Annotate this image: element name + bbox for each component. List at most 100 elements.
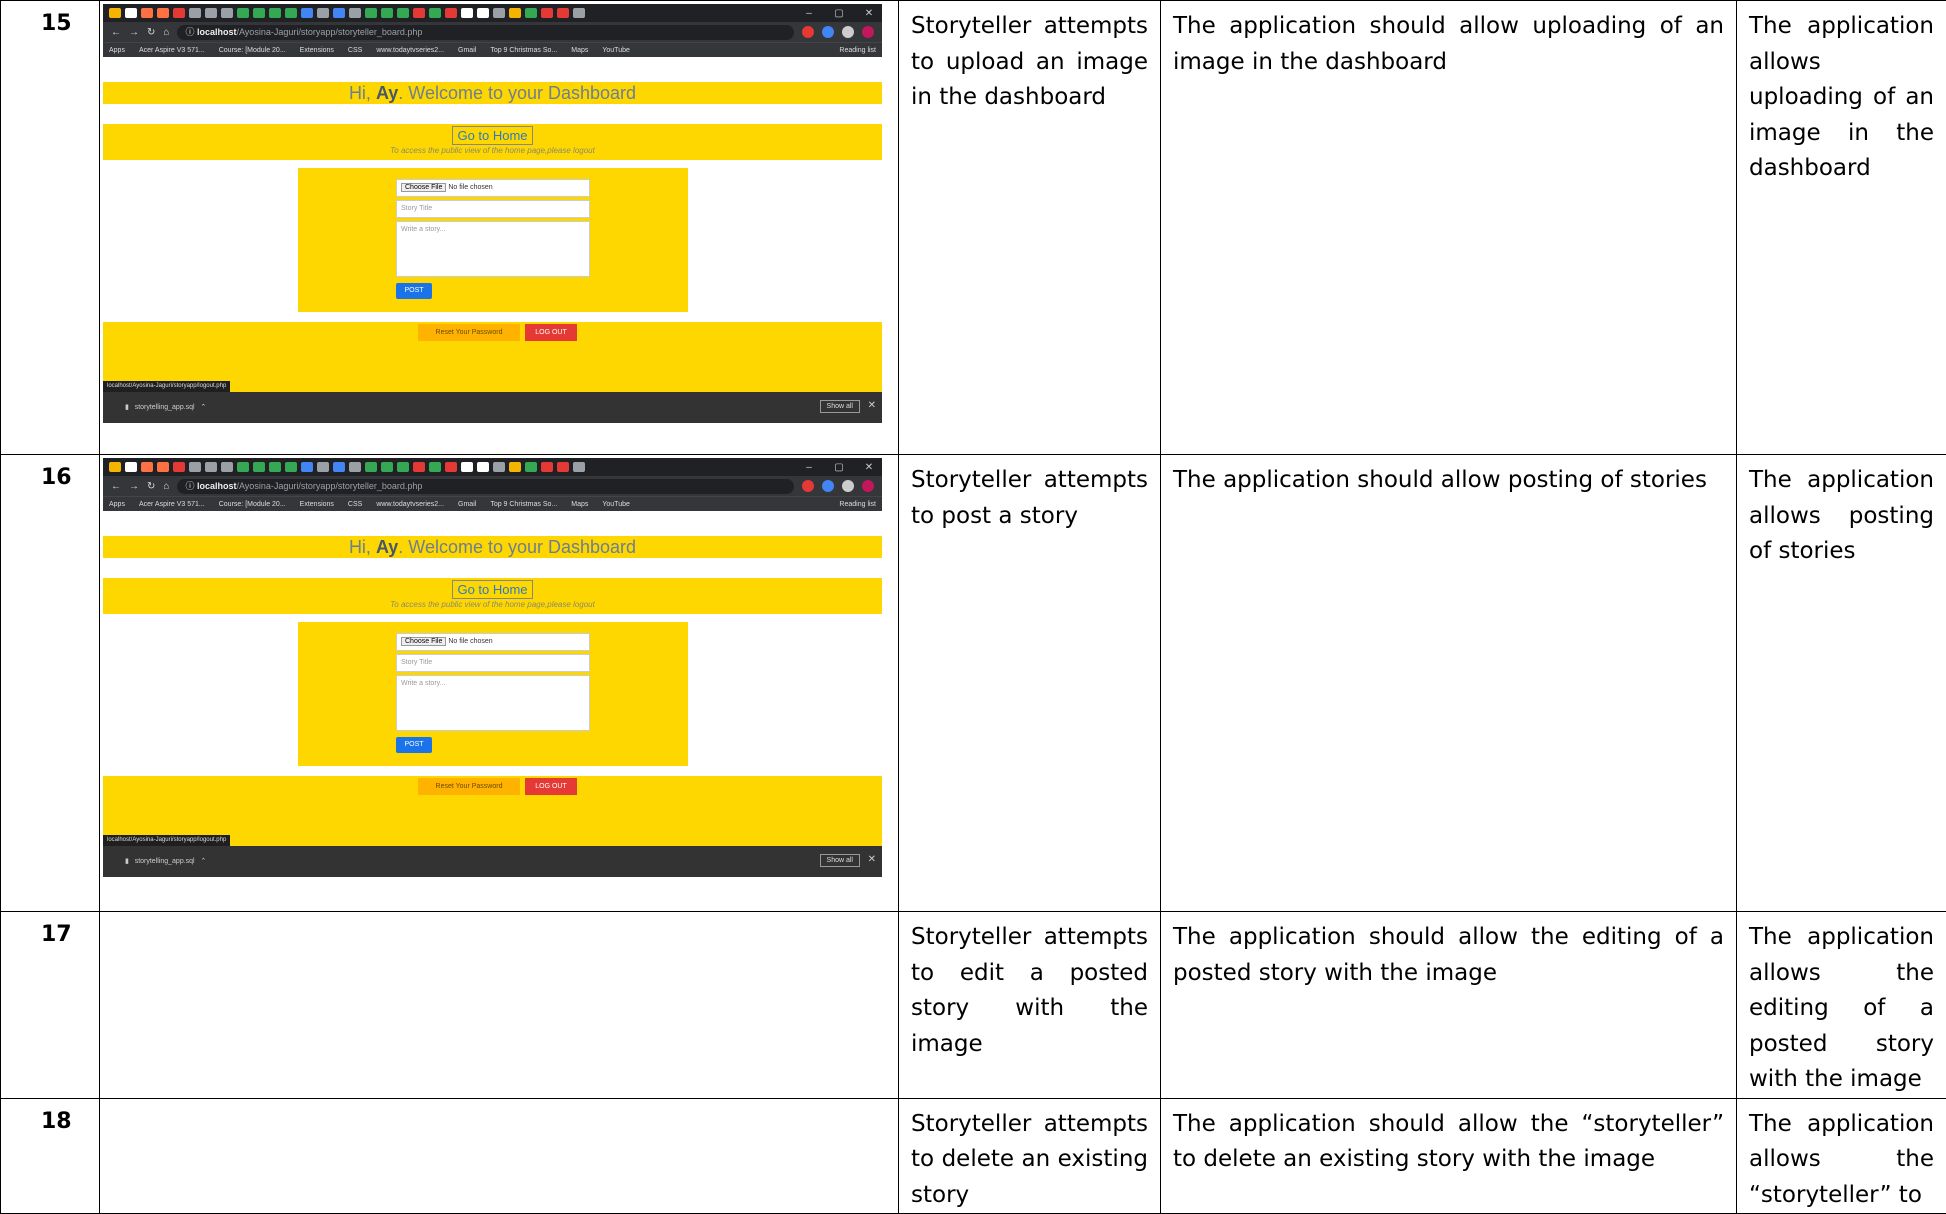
case-number: 17 <box>1 912 100 1099</box>
bookmark-item[interactable]: Acer Aspire V3 571... <box>139 47 205 54</box>
story-form: Choose File No file chosen Story Title W… <box>298 622 688 766</box>
bookmark-item[interactable]: Apps <box>109 47 125 54</box>
bookmark-item[interactable]: Apps <box>109 501 125 508</box>
bookmarks-bar: Apps Acer Aspire V3 571... Course: [Module… <box>103 496 882 511</box>
bookmark-item[interactable]: YouTube <box>602 501 630 508</box>
screenshot-cell <box>100 912 899 1099</box>
close-icon[interactable]: ✕ <box>856 462 882 473</box>
bookmark-item[interactable]: Course: [Module 20... <box>219 47 286 54</box>
expected-result-cell: The application should allow the “storyt… <box>1161 1098 1737 1214</box>
bookmark-item[interactable]: Gmail <box>458 47 476 54</box>
download-bar: ▮ storytelling_app.sql ⌃ Show all ✕ <box>103 846 882 877</box>
story-form: Choose File No file chosen Story Title W… <box>298 168 688 312</box>
bookmark-item[interactable]: Course: [Module 20... <box>219 501 286 508</box>
post-button[interactable]: POST <box>396 737 432 753</box>
status-url: localhost/Ayosina-Jaguri/storyapp/logout… <box>103 835 230 846</box>
choose-file-button[interactable]: Choose File <box>401 183 446 192</box>
screenshot-cell: – ▢ ✕ ← → ↻ ⌂ ⓘ localhost/Ayosina-Jaguri… <box>100 1 899 455</box>
bookmark-item[interactable]: www.todaytvseries2... <box>376 501 444 508</box>
bookmark-item[interactable]: Extensions <box>300 47 334 54</box>
download-item[interactable]: ▮ storytelling_app.sql ⌃ <box>125 857 206 865</box>
test-case-row: 17 Storyteller attempts to edit a posted … <box>1 912 1946 1099</box>
action-cell: Storyteller attempts to edit a posted st… <box>899 912 1161 1099</box>
go-to-home-button[interactable]: Go to Home <box>452 580 532 599</box>
close-icon[interactable]: ✕ <box>868 854 876 865</box>
maximize-icon[interactable]: ▢ <box>826 462 852 473</box>
bookmark-item[interactable]: Top 9 Christmas So... <box>490 501 557 508</box>
bookmark-item[interactable]: Maps <box>571 501 588 508</box>
minimize-icon[interactable]: – <box>796 462 822 473</box>
case-number: 18 <box>1 1098 100 1214</box>
reload-icon[interactable]: ↻ <box>147 27 155 38</box>
go-to-home-button[interactable]: Go to Home <box>452 126 532 145</box>
home-band: Go to Home To access the public view of … <box>103 124 882 160</box>
download-bar: ▮ storytelling_app.sql ⌃ Show all ✕ <box>103 392 882 423</box>
address-bar-row: ← → ↻ ⌂ ⓘ localhost/Ayosina-Jaguri/story… <box>103 22 882 42</box>
actual-result-cell: The application allows uploading of an i… <box>1737 1 1946 455</box>
story-title-input[interactable]: Story Title <box>396 654 590 672</box>
post-button[interactable]: POST <box>396 283 432 299</box>
test-case-row: 18 Storyteller attempts to delete an exis… <box>1 1098 1946 1214</box>
file-input[interactable]: Choose File No file chosen <box>396 179 590 197</box>
extension-icon[interactable] <box>822 480 834 492</box>
case-number: 15 <box>1 1 100 455</box>
bookmark-item[interactable]: Extensions <box>300 501 334 508</box>
bookmark-item[interactable]: Acer Aspire V3 571... <box>139 501 205 508</box>
reading-list[interactable]: Reading list <box>839 47 882 54</box>
puzzle-icon[interactable] <box>842 26 854 38</box>
dashboard-page: Hi, Ay. Welcome to your Dashboard Go to … <box>103 57 882 423</box>
story-textarea[interactable]: Write a story... <box>396 221 590 277</box>
test-case-row: 15 – ▢ ✕ ← → ↻ ⌂ ⓘ loc <box>1 1 1946 455</box>
home-hint: To access the public view of the home pa… <box>103 146 882 155</box>
close-icon[interactable]: ✕ <box>856 8 882 19</box>
url-input[interactable]: ⓘ localhost/Ayosina-Jaguri/storyapp/stor… <box>177 479 794 494</box>
expected-result-cell: The application should allow the editing… <box>1161 912 1737 1099</box>
home-icon[interactable]: ⌂ <box>163 27 169 38</box>
test-case-table: 15 – ▢ ✕ ← → ↻ ⌂ ⓘ loc <box>0 0 1946 1214</box>
logout-button[interactable]: LOG OUT <box>525 324 577 341</box>
actual-result-cell: The application allows the “storyteller”… <box>1737 1098 1946 1214</box>
forward-icon[interactable]: → <box>129 481 139 492</box>
forward-icon[interactable]: → <box>129 27 139 38</box>
download-item[interactable]: ▮ storytelling_app.sql ⌃ <box>125 403 206 411</box>
extension-icon[interactable] <box>802 480 814 492</box>
show-all-button[interactable]: Show all <box>820 400 860 413</box>
bookmark-item[interactable]: CSS <box>348 501 362 508</box>
maximize-icon[interactable]: ▢ <box>826 8 852 19</box>
extension-icon[interactable] <box>822 26 834 38</box>
back-icon[interactable]: ← <box>111 27 121 38</box>
puzzle-icon[interactable] <box>842 480 854 492</box>
show-all-button[interactable]: Show all <box>820 854 860 867</box>
bookmark-item[interactable]: Maps <box>571 47 588 54</box>
reset-password-button[interactable]: Reset Your Password <box>418 324 520 341</box>
home-hint: To access the public view of the home pa… <box>103 600 882 609</box>
avatar[interactable] <box>862 480 874 492</box>
extension-icon[interactable] <box>802 26 814 38</box>
story-title-input[interactable]: Story Title <box>396 200 590 218</box>
bookmark-item[interactable]: www.todaytvseries2... <box>376 47 444 54</box>
bookmark-item[interactable]: Gmail <box>458 501 476 508</box>
bookmark-item[interactable]: Top 9 Christmas So... <box>490 47 557 54</box>
file-input[interactable]: Choose File No file chosen <box>396 633 590 651</box>
home-icon[interactable]: ⌂ <box>163 481 169 492</box>
avatar[interactable] <box>862 26 874 38</box>
welcome-heading: Hi, Ay. Welcome to your Dashboard <box>103 82 882 104</box>
bookmark-item[interactable]: YouTube <box>602 47 630 54</box>
back-icon[interactable]: ← <box>111 481 121 492</box>
action-cell: Storyteller attempts to post a story <box>899 455 1161 912</box>
screenshot-cell: – ▢ ✕ ← → ↻ ⌂ ⓘ localhost/Ayosina-Jaguri… <box>100 455 899 912</box>
reading-list[interactable]: Reading list <box>839 501 882 508</box>
reload-icon[interactable]: ↻ <box>147 481 155 492</box>
bookmark-item[interactable]: CSS <box>348 47 362 54</box>
case-number: 16 <box>1 455 100 912</box>
choose-file-button[interactable]: Choose File <box>401 637 446 646</box>
action-cell: Storyteller attempts to upload an image … <box>899 1 1161 455</box>
logout-button[interactable]: LOG OUT <box>525 778 577 795</box>
actual-result-cell: The application allows the editing of a … <box>1737 912 1946 1099</box>
action-cell: Storyteller attempts to delete an existi… <box>899 1098 1161 1214</box>
close-icon[interactable]: ✕ <box>868 400 876 411</box>
story-textarea[interactable]: Write a story... <box>396 675 590 731</box>
reset-password-button[interactable]: Reset Your Password <box>418 778 520 795</box>
minimize-icon[interactable]: – <box>796 8 822 19</box>
url-input[interactable]: ⓘ localhost/Ayosina-Jaguri/storyapp/stor… <box>177 25 794 40</box>
